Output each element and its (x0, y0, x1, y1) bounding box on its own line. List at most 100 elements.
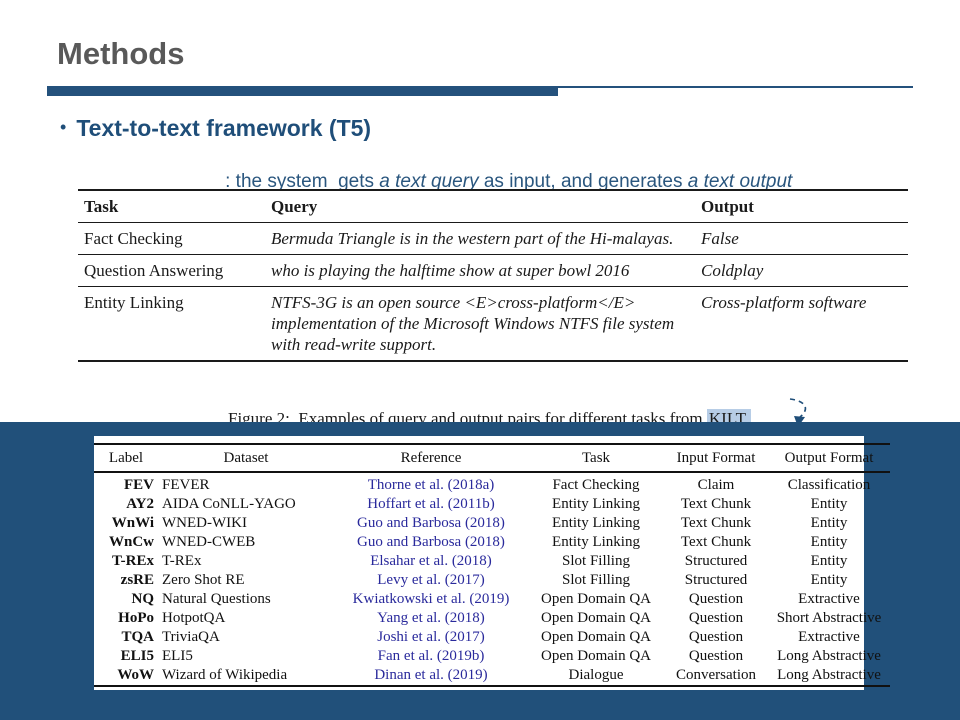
kilt-header-label: Label (94, 444, 158, 472)
kilt-task-cell: Open Domain QA (528, 647, 664, 666)
kilt-reference-link[interactable]: Guo and Barbosa (2018) (334, 514, 528, 533)
figure2-row: Entity Linking NTFS-3G is an open source… (78, 287, 908, 362)
kilt-input-format-cell: Question (664, 590, 768, 609)
kilt-table-row: WoWWizard of WikipediaDinan et al. (2019… (94, 666, 890, 686)
figure2-header-query: Query (265, 190, 695, 223)
kilt-output-format-cell: Extractive (768, 628, 890, 647)
kilt-dataset-cell: TriviaQA (158, 628, 334, 647)
kilt-output-format-cell: Entity (768, 571, 890, 590)
figure2-query-cell: Bermuda Triangle is in the western part … (265, 223, 695, 255)
kilt-output-format-cell: Entity (768, 552, 890, 571)
figure2-output-cell: Coldplay (695, 255, 908, 287)
figure2-row: Fact Checking Bermuda Triangle is in the… (78, 223, 908, 255)
bullet-item: • Text-to-text framework (T5) (60, 115, 371, 142)
figure2-row: Question Answering who is playing the ha… (78, 255, 908, 287)
kilt-label-cell: NQ (94, 590, 158, 609)
bullet-icon: • (60, 117, 66, 137)
kilt-reference-link[interactable]: Levy et al. (2017) (334, 571, 528, 590)
kilt-task-cell: Entity Linking (528, 495, 664, 514)
kilt-output-format-cell: Short Abstractive (768, 609, 890, 628)
kilt-reference-link[interactable]: Fan et al. (2019b) (334, 647, 528, 666)
kilt-output-format-cell: Extractive (768, 590, 890, 609)
kilt-label-cell: WnWi (94, 514, 158, 533)
kilt-reference-link[interactable]: Guo and Barbosa (2018) (334, 533, 528, 552)
kilt-input-format-cell: Text Chunk (664, 495, 768, 514)
kilt-dataset-cell: HotpotQA (158, 609, 334, 628)
kilt-dataset-cell: Zero Shot RE (158, 571, 334, 590)
kilt-task-cell: Slot Filling (528, 552, 664, 571)
kilt-dataset-cell: ELI5 (158, 647, 334, 666)
bullet-heading: Text-to-text framework (T5) (76, 115, 371, 141)
kilt-table-row: AY2AIDA CoNLL-YAGOHoffart et al. (2011b)… (94, 495, 890, 514)
kilt-input-format-cell: Claim (664, 472, 768, 495)
kilt-input-format-cell: Text Chunk (664, 514, 768, 533)
slide-root: Methods •Text-to-text framework (T5) : t… (0, 0, 960, 720)
kilt-input-format-cell: Question (664, 647, 768, 666)
figure2-table: Task Query Output Fact Checking Bermuda … (78, 189, 908, 362)
figure2-output-cell: Cross-platform software (695, 287, 908, 362)
page-title: Methods (57, 36, 184, 72)
kilt-reference-link[interactable]: Thorne et al. (2018a) (334, 472, 528, 495)
kilt-table-row: WnWiWNED-WIKIGuo and Barbosa (2018)Entit… (94, 514, 890, 533)
kilt-output-format-cell: Entity (768, 533, 890, 552)
figure2-task-cell: Fact Checking (78, 223, 265, 255)
kilt-task-cell: Entity Linking (528, 533, 664, 552)
kilt-header-task: Task (528, 444, 664, 472)
kilt-panel: LabelDatasetReferenceTaskInput FormatOut… (0, 422, 960, 720)
kilt-header-input-format: Input Format (664, 444, 768, 472)
kilt-card: LabelDatasetReferenceTaskInput FormatOut… (94, 436, 864, 690)
kilt-label-cell: HoPo (94, 609, 158, 628)
kilt-dataset-cell: FEVER (158, 472, 334, 495)
kilt-table-row: NQNatural QuestionsKwiatkowski et al. (2… (94, 590, 890, 609)
kilt-label-cell: zsRE (94, 571, 158, 590)
kilt-dataset-cell: Wizard of Wikipedia (158, 666, 334, 686)
kilt-table-row: WnCwWNED-CWEBGuo and Barbosa (2018)Entit… (94, 533, 890, 552)
kilt-task-cell: Open Domain QA (528, 590, 664, 609)
figure2-header-row: Task Query Output (78, 190, 908, 223)
kilt-label-cell: ELI5 (94, 647, 158, 666)
kilt-reference-link[interactable]: Dinan et al. (2019) (334, 666, 528, 686)
kilt-output-format-cell: Long Abstractive (768, 647, 890, 666)
kilt-reference-link[interactable]: Kwiatkowski et al. (2019) (334, 590, 528, 609)
kilt-input-format-cell: Question (664, 609, 768, 628)
kilt-label-cell: WnCw (94, 533, 158, 552)
kilt-dataset-cell: WNED-WIKI (158, 514, 334, 533)
kilt-output-format-cell: Long Abstractive (768, 666, 890, 686)
kilt-table-row: FEVFEVERThorne et al. (2018a)Fact Checki… (94, 472, 890, 495)
kilt-reference-link[interactable]: Yang et al. (2018) (334, 609, 528, 628)
kilt-header-output-format: Output Format (768, 444, 890, 472)
kilt-reference-link[interactable]: Elsahar et al. (2018) (334, 552, 528, 571)
kilt-dataset-cell: AIDA CoNLL-YAGO (158, 495, 334, 514)
kilt-label-cell: WoW (94, 666, 158, 686)
kilt-output-format-cell: Classification (768, 472, 890, 495)
kilt-input-format-cell: Text Chunk (664, 533, 768, 552)
kilt-dataset-cell: T-REx (158, 552, 334, 571)
figure2-task-cell: Question Answering (78, 255, 265, 287)
kilt-task-cell: Open Domain QA (528, 609, 664, 628)
figure2-query-cell: NTFS-3G is an open source <E>cross-platf… (265, 287, 695, 362)
figure2-query-cell: who is playing the halftime show at supe… (265, 255, 695, 287)
kilt-table-row: T-RExT-RExElsahar et al. (2018)Slot Fill… (94, 552, 890, 571)
figure2-header-output: Output (695, 190, 908, 223)
kilt-output-format-cell: Entity (768, 495, 890, 514)
kilt-task-cell: Dialogue (528, 666, 664, 686)
title-underline-thick (47, 86, 558, 96)
kilt-task-cell: Entity Linking (528, 514, 664, 533)
kilt-task-cell: Fact Checking (528, 472, 664, 495)
kilt-input-format-cell: Structured (664, 571, 768, 590)
kilt-task-cell: Slot Filling (528, 571, 664, 590)
kilt-input-format-cell: Conversation (664, 666, 768, 686)
kilt-reference-link[interactable]: Joshi et al. (2017) (334, 628, 528, 647)
kilt-label-cell: AY2 (94, 495, 158, 514)
figure2-output-cell: False (695, 223, 908, 255)
kilt-table-row: zsREZero Shot RELevy et al. (2017)Slot F… (94, 571, 890, 590)
kilt-input-format-cell: Question (664, 628, 768, 647)
kilt-table: LabelDatasetReferenceTaskInput FormatOut… (94, 443, 890, 687)
kilt-dataset-cell: Natural Questions (158, 590, 334, 609)
kilt-label-cell: T-REx (94, 552, 158, 571)
kilt-header-dataset: Dataset (158, 444, 334, 472)
kilt-label-cell: FEV (94, 472, 158, 495)
kilt-table-row: TQATriviaQAJoshi et al. (2017)Open Domai… (94, 628, 890, 647)
kilt-reference-link[interactable]: Hoffart et al. (2011b) (334, 495, 528, 514)
kilt-task-cell: Open Domain QA (528, 628, 664, 647)
